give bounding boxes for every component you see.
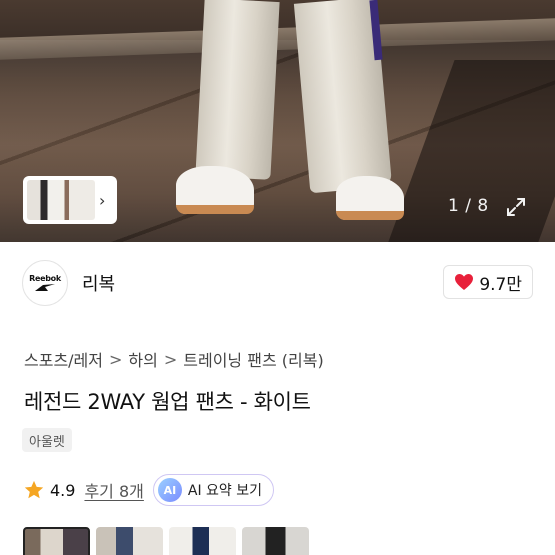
thumbnail-image[interactable] (242, 527, 309, 555)
shoe-left (176, 166, 254, 214)
breadcrumb: 스포츠/레저 > 하의 > 트레이닝 팬츠 (리복) (24, 347, 324, 371)
like-button[interactable]: 9.7만 (443, 265, 533, 299)
breadcrumb-separator: > (163, 349, 178, 369)
thumbnail-image[interactable] (169, 527, 236, 555)
like-count: 9.7만 (479, 274, 522, 295)
brand-logo[interactable]: Reebok (22, 260, 68, 306)
pant-leg-left (195, 0, 280, 180)
image-thumbnail-strip (23, 527, 309, 555)
ai-badge-icon: AI (157, 478, 182, 502)
breadcrumb-item-subcategory[interactable]: 하의 (128, 347, 157, 371)
brand-logo-wordmark: Reebok (29, 274, 61, 283)
image-counter: 1 / 8 (448, 196, 489, 216)
outlet-tag: 아울렛 (22, 428, 72, 452)
rating-row: 4.9 후기 8개 AI AI 요약 보기 (23, 474, 275, 506)
brand-name[interactable]: 리복 (82, 270, 115, 296)
shoe-right (336, 176, 404, 220)
gallery-preview-button[interactable]: › (23, 176, 117, 224)
rating-score: 4.9 (50, 480, 76, 500)
breadcrumb-item-type[interactable]: 트레이닝 팬츠 (리복) (183, 347, 323, 371)
thumbnail-image[interactable] (23, 527, 90, 555)
product-title: 레전드 2WAY 웜업 팬츠 - 화이트 (24, 390, 311, 414)
breadcrumb-item-category[interactable]: 스포츠/레저 (24, 347, 103, 371)
heart-icon (455, 274, 474, 290)
ai-summary-button[interactable]: AI AI 요약 보기 (152, 474, 275, 506)
product-main-image[interactable]: › 1 / 8 (0, 0, 555, 242)
expand-arrows-icon[interactable] (503, 194, 529, 220)
gallery-preview-image (27, 180, 95, 220)
reviews-link[interactable]: 후기 8개 (84, 478, 143, 502)
reebok-vector-icon (35, 284, 55, 291)
breadcrumb-separator: > (109, 349, 123, 369)
ai-summary-label: AI 요약 보기 (187, 483, 263, 499)
brand-row[interactable]: Reebok 리복 9.7만 (22, 260, 533, 306)
chevron-right-icon: › (99, 190, 106, 210)
star-icon (24, 480, 44, 499)
thumbnail-image[interactable] (96, 527, 163, 555)
